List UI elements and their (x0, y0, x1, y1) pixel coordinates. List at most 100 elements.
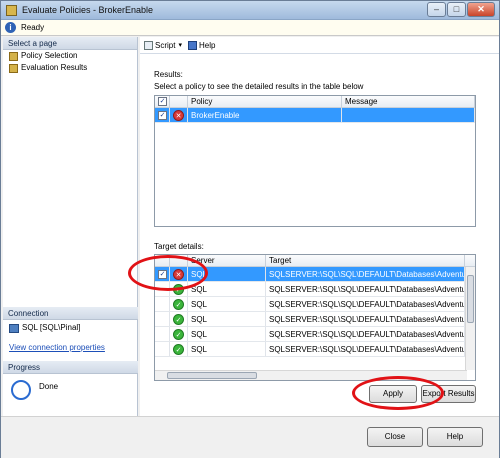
target-checkbox-cell: ✓ (155, 267, 170, 281)
check-success-icon: ✓ (173, 313, 184, 325)
select-all-checkbox[interactable]: ✓ (158, 97, 167, 106)
target-row[interactable]: ✓ SQL SQLSERVER:\SQL\SQL\DEFAULT\Databases… (155, 312, 475, 327)
help-icon (187, 40, 197, 50)
server-icon (9, 323, 19, 333)
evaluate-policies-dialog: Evaluate Policies - BrokerEnable – □ ✕ i… (0, 0, 500, 458)
policy-column-header[interactable]: Policy (188, 96, 342, 107)
script-label: Script (155, 40, 176, 50)
chevron-down-icon: ▾ (178, 42, 182, 49)
page-item-policy-selection[interactable]: Policy Selection (3, 50, 137, 62)
connection-value: SQL [SQL\Pinal] (22, 323, 81, 332)
server-cell: SQL (188, 342, 266, 356)
target-status-cell: ✓ (170, 342, 188, 356)
target-row[interactable]: ✓ SQL SQLSERVER:\SQL\SQL\DEFAULT\Databases… (155, 282, 475, 297)
progress-status: Done (39, 382, 59, 391)
done-spinner-icon (11, 380, 31, 400)
connection-section: Connection SQL [SQL\Pinal] View connecti… (3, 307, 138, 354)
server-cell: SQL (188, 267, 266, 281)
target-rows: ✓ ✕ SQL SQLSERVER:\SQL\SQL\DEFAULT\Database… (155, 267, 475, 357)
select-all-cell: ✓ (155, 96, 170, 107)
help-toolbar-button[interactable]: Help (187, 40, 216, 50)
status-column-header (170, 96, 188, 107)
target-cell: SQLSERVER:\SQL\SQL\DEFAULT\Databases\Adv… (266, 282, 465, 296)
target-grid: Server Target ✓ ✕ SQL SQLSERVER:\SQL\SQL\DE… (154, 254, 476, 381)
target-status-column (170, 255, 188, 266)
status-text: Ready (21, 23, 45, 32)
target-row[interactable]: ✓ SQL SQLSERVER:\SQL\SQL\DEFAULT\Databases… (155, 297, 475, 312)
info-icon: i (5, 22, 16, 33)
target-row[interactable]: ✓ ✕ SQL SQLSERVER:\SQL\SQL\DEFAULT\Database… (155, 267, 475, 282)
target-checkbox-cell (155, 342, 170, 356)
dialog-button-bar: Close Help (1, 416, 499, 458)
target-header-row: Server Target (155, 255, 475, 267)
target-row[interactable]: ✓ SQL SQLSERVER:\SQL\SQL\DEFAULT\Databases… (155, 342, 475, 357)
check-success-icon: ✓ (173, 283, 184, 295)
target-vertical-scrollbar[interactable] (465, 267, 475, 370)
page-label: Evaluation Results (21, 63, 88, 72)
page-item-evaluation-results[interactable]: Evaluation Results (3, 62, 137, 74)
target-status-cell: ✓ (170, 312, 188, 326)
maximize-button[interactable]: □ (447, 2, 466, 17)
window-controls: – □ ✕ (426, 2, 495, 17)
results-row[interactable]: ✓ ✕ BrokerEnable (155, 108, 475, 123)
export-results-button[interactable]: Export Results (421, 385, 476, 403)
help-button[interactable]: Help (427, 427, 483, 447)
target-horizontal-scrollbar[interactable] (155, 370, 467, 380)
server-column-header[interactable]: Server (188, 255, 266, 266)
horizontal-scroll-thumb[interactable] (167, 372, 257, 379)
server-cell: SQL (188, 327, 266, 341)
target-checkbox-cell (155, 297, 170, 311)
progress-body: Done (3, 374, 138, 414)
message-cell (342, 108, 475, 122)
page-icon (9, 51, 18, 61)
apply-button[interactable]: Apply (369, 385, 417, 403)
results-grid: ✓ Policy Message ✓ ✕ BrokerEnable (154, 95, 476, 227)
toolbar: Script ▾ Help (140, 37, 499, 54)
page-label: Policy Selection (21, 51, 78, 60)
right-pane: Script ▾ Help Results: Select a policy t… (140, 37, 499, 416)
error-icon: ✕ (173, 109, 184, 121)
target-checkbox-cell (155, 282, 170, 296)
title-bar: Evaluate Policies - BrokerEnable – □ ✕ (1, 1, 499, 20)
target-details-label: Target details: (154, 242, 204, 251)
message-column-header[interactable]: Message (342, 96, 475, 107)
script-button[interactable]: Script ▾ (144, 40, 182, 50)
connection-header: Connection (3, 307, 138, 320)
close-window-button[interactable]: ✕ (467, 2, 495, 17)
script-icon (144, 40, 153, 50)
check-success-icon: ✓ (173, 343, 184, 355)
target-status-cell: ✓ (170, 297, 188, 311)
progress-header: Progress (3, 361, 138, 374)
app-icon (6, 5, 17, 16)
target-status-cell: ✓ (170, 282, 188, 296)
target-cell: SQLSERVER:\SQL\SQL\DEFAULT\Databases\Adv… (266, 312, 465, 326)
row-checkbox[interactable]: ✓ (158, 110, 167, 120)
results-instruction: Select a policy to see the detailed resu… (154, 82, 364, 91)
target-checkbox-cell (155, 327, 170, 341)
target-row[interactable]: ✓ SQL SQLSERVER:\SQL\SQL\DEFAULT\Databases… (155, 327, 475, 342)
check-success-icon: ✓ (173, 328, 184, 340)
results-header-row: ✓ Policy Message (155, 96, 475, 108)
server-cell: SQL (188, 297, 266, 311)
server-cell: SQL (188, 282, 266, 296)
results-label: Results: (154, 70, 183, 79)
error-icon: ✕ (173, 268, 184, 280)
view-connection-properties-link[interactable]: View connection properties (3, 342, 138, 354)
page-icon (9, 63, 18, 73)
select-page-header: Select a page (3, 37, 137, 50)
row-status-cell: ✕ (170, 108, 188, 122)
help-label: Help (198, 40, 216, 50)
policy-cell: BrokerEnable (188, 108, 342, 122)
close-button[interactable]: Close (367, 427, 423, 447)
target-cell: SQLSERVER:\SQL\SQL\DEFAULT\Databases\Adv… (266, 327, 465, 341)
status-bar: i Ready (1, 20, 499, 36)
target-cell: SQLSERVER:\SQL\SQL\DEFAULT\Databases\Adv… (266, 267, 465, 281)
vertical-scroll-thumb[interactable] (467, 275, 474, 323)
row-checkbox-cell: ✓ (155, 108, 170, 122)
target-column-header[interactable]: Target (266, 255, 465, 266)
server-cell: SQL (188, 312, 266, 326)
target-check-column (155, 255, 170, 266)
minimize-button[interactable]: – (427, 2, 446, 17)
target-status-cell: ✓ (170, 327, 188, 341)
target-row-checkbox[interactable]: ✓ (158, 269, 167, 279)
